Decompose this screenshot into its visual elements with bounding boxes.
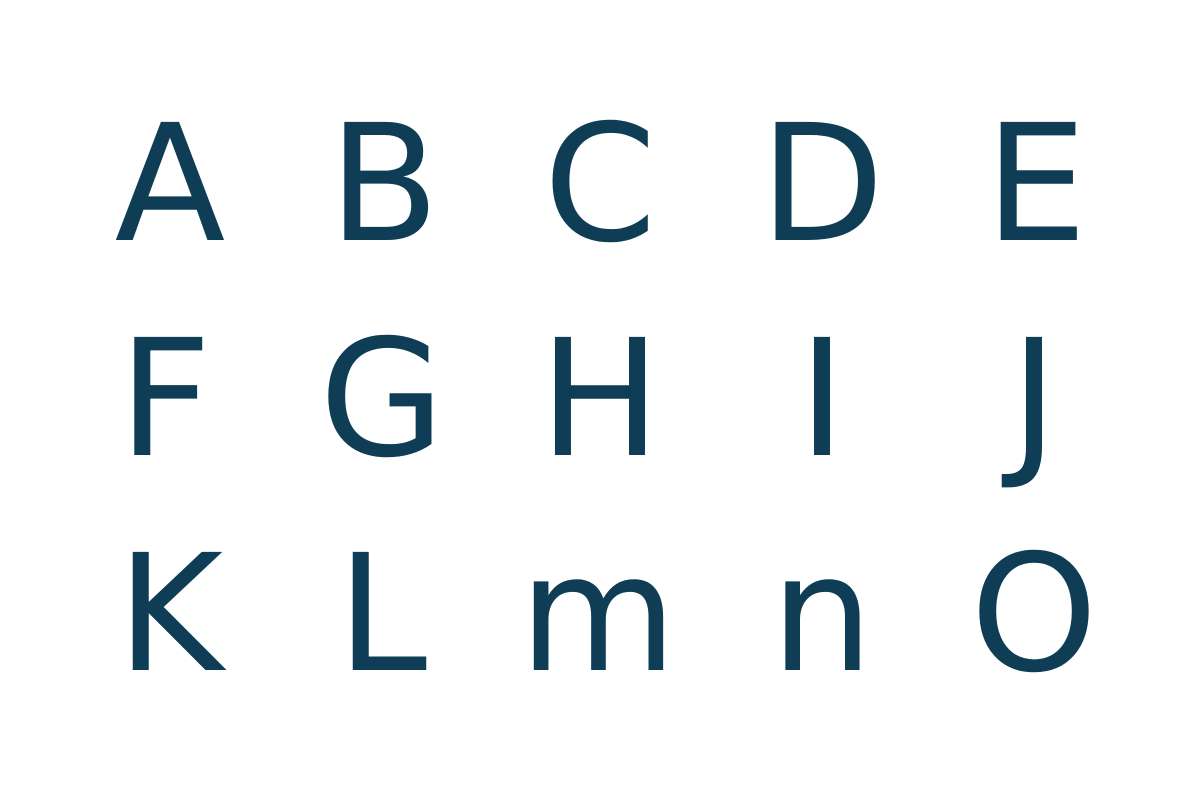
- glyph-l: L: [337, 521, 427, 709]
- glyph-d: D: [760, 91, 885, 279]
- glyph-e: E: [985, 91, 1087, 279]
- glyph-grid: A B C D E F G H I J K L m n O: [115, 91, 1098, 709]
- glyph-h: H: [539, 306, 661, 494]
- alphabet-specimen: A B C D E F G H I J K L m n O: [0, 0, 1200, 800]
- glyph-a: A: [115, 91, 226, 279]
- glyph-n: n: [771, 521, 874, 709]
- glyph-c: C: [543, 91, 656, 279]
- glyph-g: G: [319, 306, 445, 494]
- glyph-o: O: [970, 521, 1098, 709]
- glyph-f: F: [118, 306, 211, 494]
- glyph-k: K: [117, 521, 227, 709]
- glyph-b: B: [328, 91, 439, 279]
- glyph-i: I: [798, 306, 846, 494]
- glyph-j: J: [1001, 306, 1058, 494]
- glyph-m: m: [519, 521, 677, 709]
